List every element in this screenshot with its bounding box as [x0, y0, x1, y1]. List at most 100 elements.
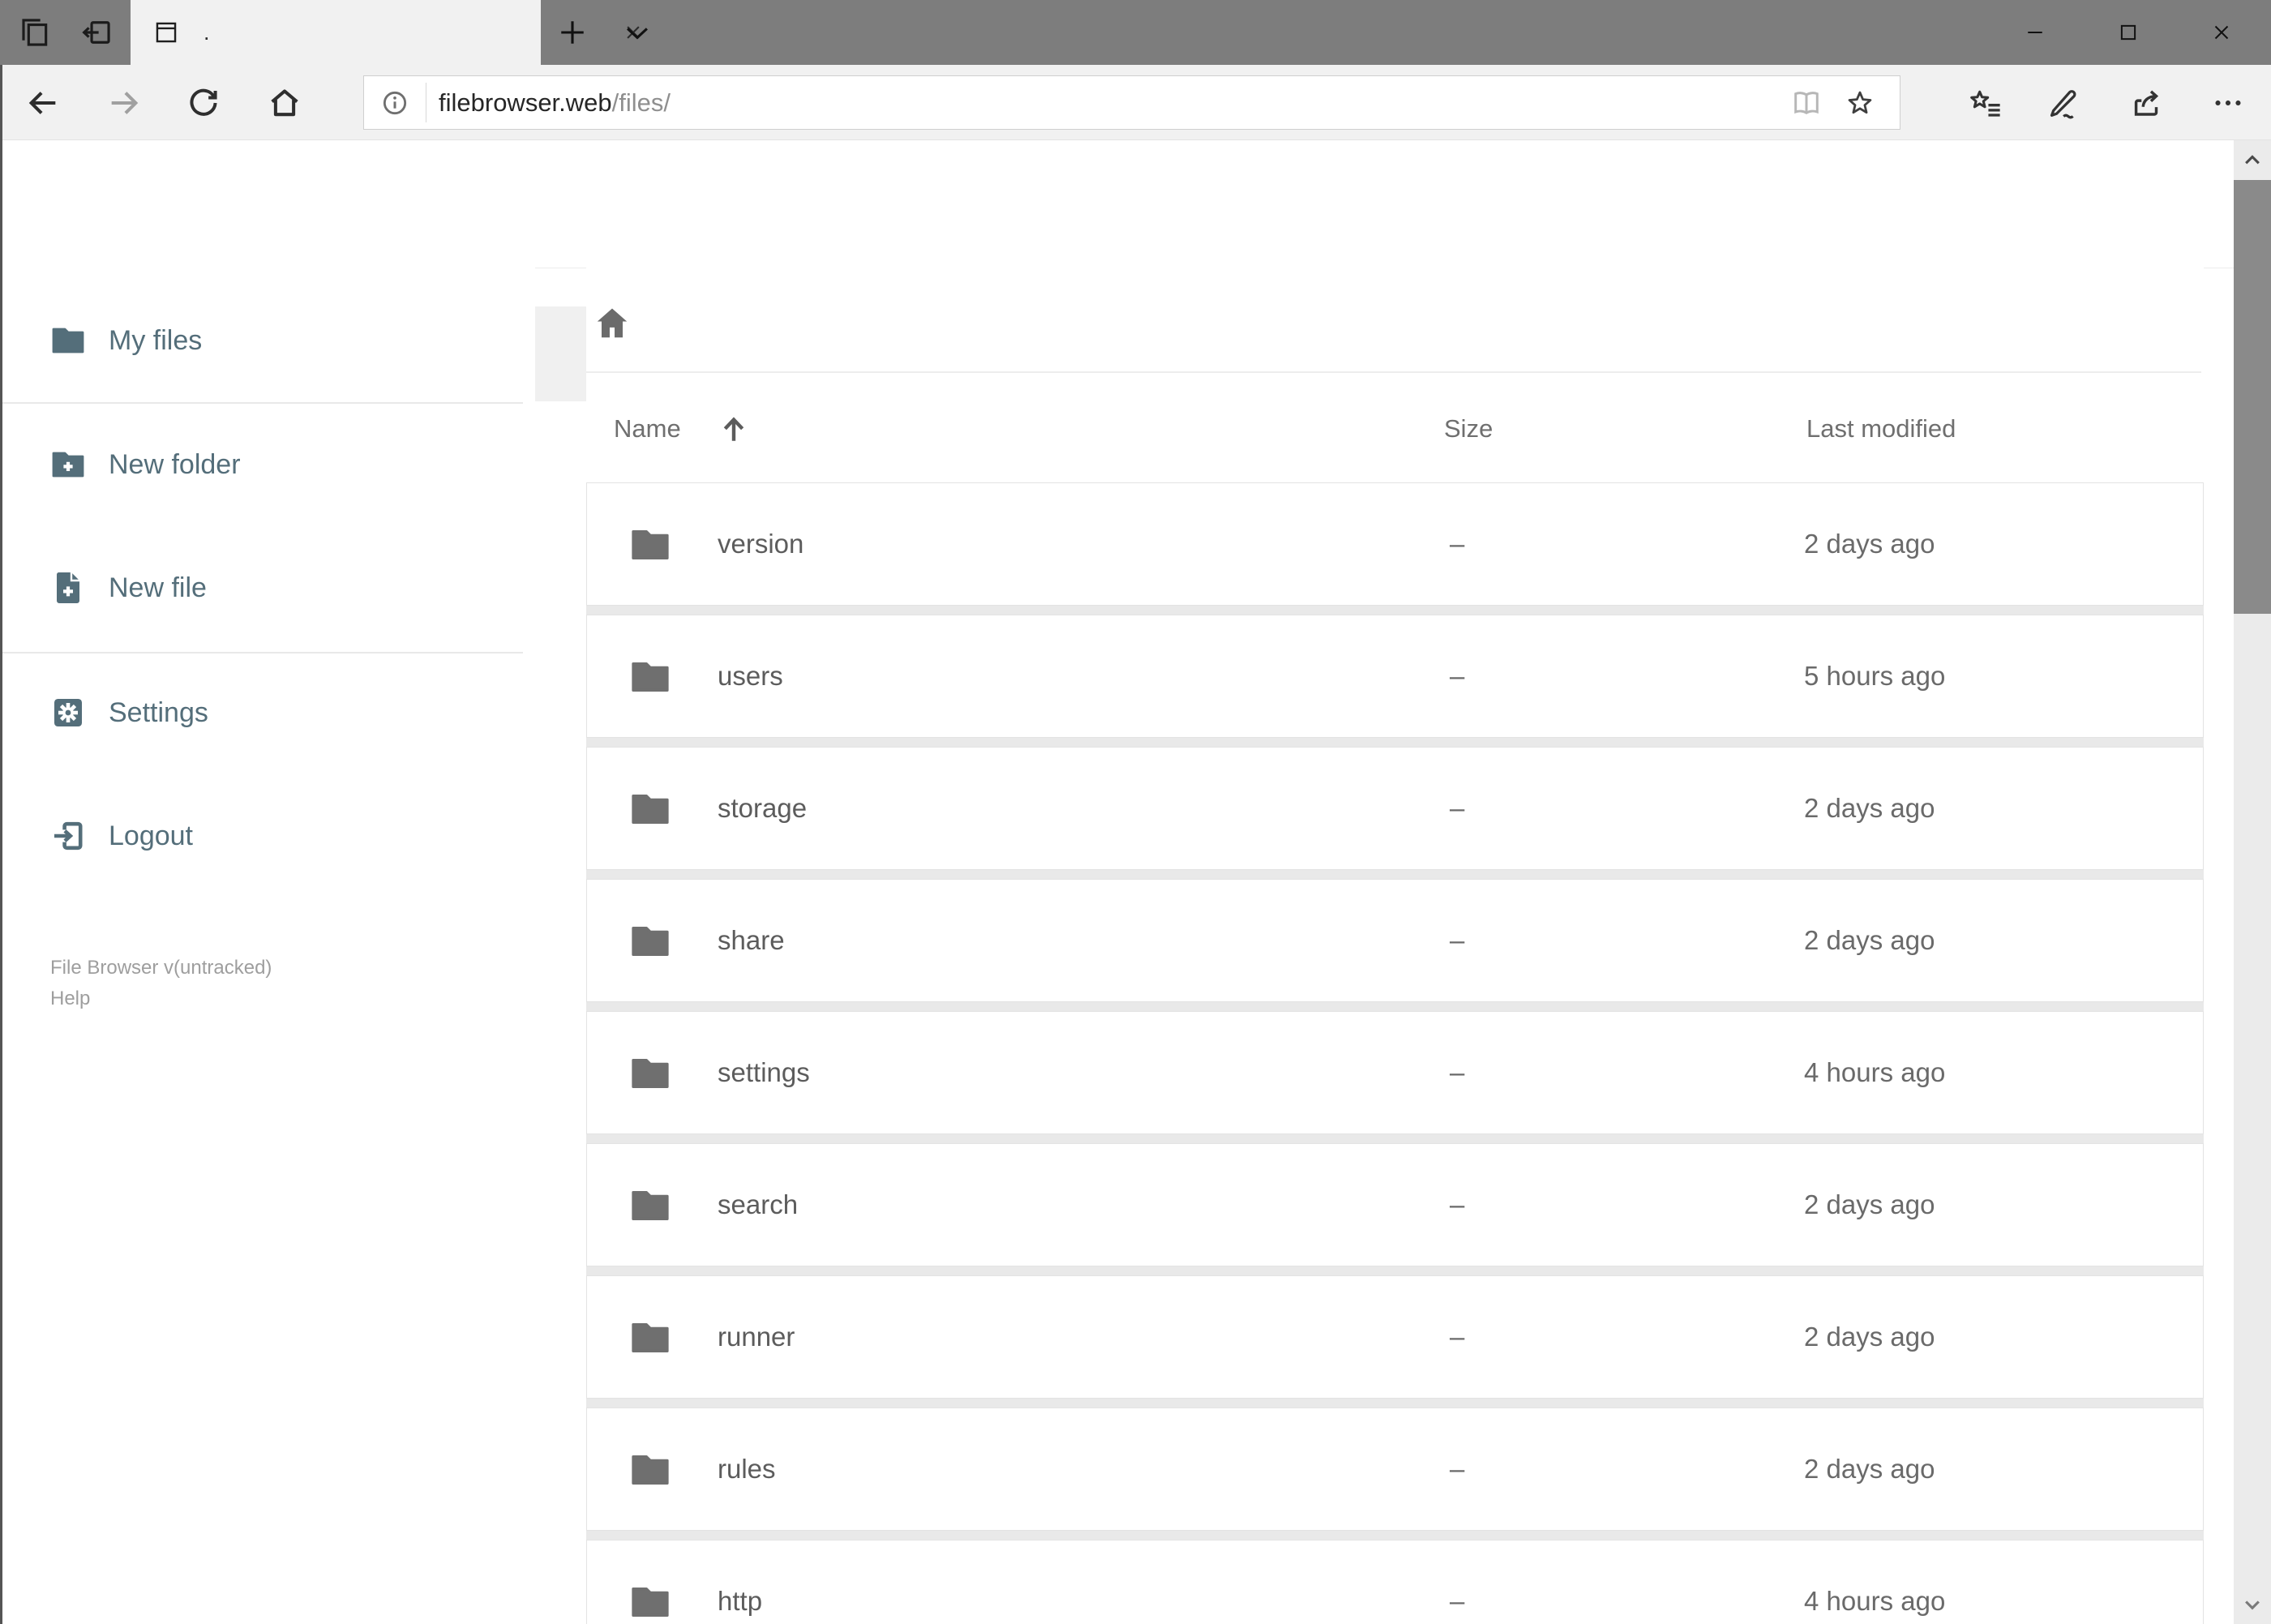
site-info-icon[interactable]: [379, 87, 411, 119]
sidebar-item-new-file[interactable]: New file: [0, 549, 535, 627]
more-menu-icon[interactable]: [2204, 79, 2252, 127]
scroll-down-icon[interactable]: [2234, 1585, 2271, 1624]
home-button[interactable]: [261, 79, 308, 126]
file-modified: 2 days ago: [1804, 925, 1935, 955]
sidebar: My files New folder New file Settings Lo…: [0, 268, 535, 1624]
file-name: settings: [718, 1057, 810, 1087]
file-row[interactable]: http – 4 hours ago: [586, 1540, 2204, 1624]
tab-preview-icon: [18, 15, 52, 49]
set-tabs-aside-button[interactable]: [70, 0, 123, 65]
help-link[interactable]: Help: [50, 984, 90, 1013]
tab-list-chevron-icon[interactable]: [619, 15, 655, 50]
page-scrollbar[interactable]: [2234, 140, 2271, 1624]
folder-icon: [49, 321, 88, 360]
settings-icon: [49, 693, 88, 732]
column-header-modified[interactable]: Last modified: [1806, 404, 1956, 454]
annotate-pen-icon[interactable]: [2038, 79, 2087, 127]
breadcrumb-divider: [586, 371, 2201, 373]
page-icon: [152, 19, 180, 46]
folder-icon: [628, 1579, 673, 1624]
browser-window: . filebrowser.web/files/ My files New fo…: [0, 0, 2271, 1624]
folder-icon: [628, 654, 673, 700]
file-modified: 2 days ago: [1804, 1189, 1935, 1219]
folder-icon: [628, 522, 673, 568]
file-name: rules: [718, 1454, 776, 1484]
file-name: http: [718, 1586, 763, 1616]
file-modified: 2 days ago: [1804, 529, 1935, 559]
app-header: Search...: [0, 140, 2271, 401]
tab-title: .: [204, 20, 210, 45]
folder-icon: [628, 786, 673, 832]
scrollbar-thumb[interactable]: [2234, 180, 2271, 614]
refresh-button[interactable]: [180, 79, 227, 126]
reading-view-icon[interactable]: [1789, 86, 1823, 120]
new-file-icon: [49, 568, 88, 607]
url-path: /files/: [611, 88, 671, 117]
share-icon[interactable]: [2123, 79, 2171, 127]
file-list: version – 2 days ago users – 5 hours ago…: [586, 482, 2204, 1624]
tab-bar: .: [0, 0, 2271, 65]
navigation-bar: filebrowser.web/files/: [0, 65, 2271, 140]
window-close-button[interactable]: [2196, 10, 2247, 55]
forward-button[interactable]: [101, 79, 148, 126]
file-row[interactable]: storage – 2 days ago: [586, 747, 2204, 870]
app-version-link[interactable]: File Browser v(untracked): [50, 953, 272, 983]
file-size: –: [1450, 529, 1465, 559]
url-text[interactable]: filebrowser.web/files/: [439, 76, 671, 129]
sidebar-item-new-folder[interactable]: New folder: [0, 426, 535, 503]
file-name: users: [718, 661, 783, 691]
sort-ascending-icon: [716, 412, 752, 448]
file-size: –: [1450, 1322, 1465, 1352]
sidebar-item-label: New file: [109, 572, 207, 603]
file-row[interactable]: search – 2 days ago: [586, 1143, 2204, 1266]
new-folder-icon: [49, 445, 88, 484]
logout-icon: [49, 816, 88, 855]
file-name: share: [718, 925, 785, 955]
file-name: search: [718, 1189, 799, 1219]
file-modified: 4 hours ago: [1804, 1586, 1946, 1616]
file-row[interactable]: share – 2 days ago: [586, 879, 2204, 1002]
sidebar-item-label: Settings: [109, 696, 208, 728]
browser-tab[interactable]: .: [131, 0, 640, 65]
file-size: –: [1450, 1057, 1465, 1087]
sidebar-item-my-files[interactable]: My files: [0, 302, 535, 379]
file-modified: 2 days ago: [1804, 1322, 1935, 1352]
folder-icon: [628, 1315, 673, 1360]
scroll-up-icon[interactable]: [2234, 140, 2271, 179]
window-minimize-button[interactable]: [2009, 10, 2061, 55]
breadcrumb-home-icon[interactable]: [591, 303, 633, 345]
sidebar-divider: [0, 652, 523, 653]
file-row[interactable]: rules – 2 days ago: [586, 1408, 2204, 1531]
file-name: storage: [718, 793, 808, 823]
favorite-star-icon[interactable]: [1843, 86, 1877, 120]
file-modified: 4 hours ago: [1804, 1057, 1946, 1087]
address-bar[interactable]: filebrowser.web/files/: [363, 75, 1900, 130]
sidebar-divider: [0, 402, 523, 404]
file-listing-area: Name Size Last modified version – 2 days…: [586, 268, 2204, 1624]
window-maximize-button[interactable]: [2102, 10, 2154, 55]
file-size: –: [1450, 1586, 1465, 1616]
new-tab-button[interactable]: [555, 15, 590, 50]
file-row[interactable]: version – 2 days ago: [586, 482, 2204, 606]
sidebar-item-label: Logout: [109, 820, 193, 851]
sidebar-item-logout[interactable]: Logout: [0, 797, 535, 875]
file-row[interactable]: settings – 4 hours ago: [586, 1011, 2204, 1134]
file-size: –: [1450, 1454, 1465, 1484]
file-size: –: [1450, 925, 1465, 955]
sidebar-item-settings[interactable]: Settings: [0, 674, 535, 752]
column-header-size[interactable]: Size: [1444, 404, 1493, 454]
file-size: –: [1450, 1189, 1465, 1219]
column-header-name[interactable]: Name: [614, 404, 681, 454]
tab-preview-button[interactable]: [8, 0, 62, 65]
file-modified: 2 days ago: [1804, 793, 1935, 823]
folder-icon: [628, 1051, 673, 1096]
set-tabs-aside-icon: [79, 15, 114, 49]
file-modified: 2 days ago: [1804, 1454, 1935, 1484]
hub-favorites-icon[interactable]: [1961, 79, 2010, 127]
url-host: filebrowser.web: [439, 88, 612, 117]
file-name: version: [718, 529, 804, 559]
folder-icon: [628, 1183, 673, 1228]
file-row[interactable]: users – 5 hours ago: [586, 615, 2204, 738]
file-row[interactable]: runner – 2 days ago: [586, 1275, 2204, 1399]
back-button[interactable]: [19, 79, 66, 126]
